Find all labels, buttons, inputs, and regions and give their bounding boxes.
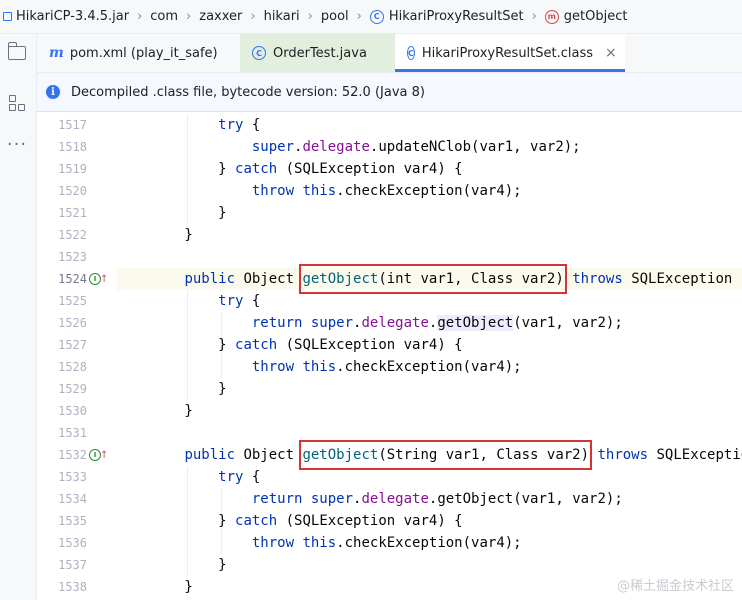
- line-number: 1527: [58, 338, 87, 352]
- breadcrumb-separator-icon: ›: [250, 9, 256, 24]
- code-line[interactable]: throw this.checkException(var4);: [117, 356, 742, 378]
- class-icon: C: [369, 9, 384, 24]
- breadcrumb-item-com[interactable]: com: [150, 9, 178, 24]
- decompiled-banner: i Decompiled .class file, bytecode versi…: [37, 73, 742, 112]
- info-icon: i: [46, 85, 60, 99]
- line-number: 1526: [58, 316, 87, 330]
- code-editor[interactable]: 1517 1518 1519 1520 1521 1522 1523 1524 I ↑ 1525 15…: [37, 112, 742, 600]
- code-line[interactable]: throw this.checkException(var4);: [117, 532, 742, 554]
- code-line[interactable]: throw this.checkException(var4);: [117, 180, 742, 202]
- maven-icon: m: [49, 45, 64, 61]
- code-line[interactable]: } catch (SQLException var4) {: [117, 158, 742, 180]
- line-number: 1534: [58, 492, 87, 506]
- line-number: 1528: [58, 360, 87, 374]
- line-number: 1530: [58, 404, 87, 418]
- implements-method-icon[interactable]: I ↑: [89, 444, 108, 466]
- close-icon[interactable]: ×: [605, 45, 617, 61]
- tab-order-test[interactable]: C OrderTest.java: [240, 34, 395, 72]
- breadcrumb-separator-icon: ›: [186, 9, 192, 24]
- breadcrumb-separator-icon: ›: [137, 9, 143, 24]
- watermark: @稀土掘金技术社区: [616, 579, 734, 594]
- breadcrumb: HikariCP-3.4.5.jar › com › zaxxer › hika…: [0, 0, 742, 34]
- line-number: 1525: [58, 294, 87, 308]
- breadcrumb-separator-icon: ›: [307, 9, 313, 24]
- breadcrumb-separator-icon: ›: [356, 9, 362, 24]
- code-line[interactable]: } catch (SQLException var4) {: [117, 334, 742, 356]
- folder-icon: [7, 42, 26, 60]
- line-number: 1537: [58, 558, 87, 572]
- breadcrumb-item-zaxxer[interactable]: zaxxer: [199, 9, 242, 24]
- line-number: 1520: [58, 184, 87, 198]
- code-line[interactable]: try {: [117, 114, 742, 136]
- breadcrumb-item-jar[interactable]: HikariCP-3.4.5.jar: [0, 9, 129, 24]
- breadcrumb-item-hikari[interactable]: hikari: [264, 9, 300, 24]
- banner-text: Decompiled .class file, bytecode version…: [71, 84, 425, 100]
- code-line[interactable]: }: [117, 202, 742, 224]
- method-icon: m: [544, 9, 559, 24]
- line-number: 1521: [58, 206, 87, 220]
- editor-tab-bar: m pom.xml (play_it_safe) C OrderTest.jav…: [37, 34, 742, 73]
- code-line[interactable]: return super.delegate.getObject(var1, va…: [117, 488, 742, 510]
- code-area[interactable]: try { super.delegate.updateNClob(var1, v…: [117, 112, 742, 600]
- code-line[interactable]: super.delegate.updateNClob(var1, var2);: [117, 136, 742, 158]
- line-number: 1523: [58, 250, 87, 264]
- line-number: 1529: [58, 382, 87, 396]
- jar-icon: [3, 12, 12, 21]
- project-tool-button[interactable]: [6, 42, 28, 64]
- line-gutter: 1517 1518 1519 1520 1521 1522 1523 1524 I ↑ 1525 15…: [37, 112, 117, 600]
- signature-highlight-box: [299, 264, 567, 294]
- signature-highlight-box: [299, 440, 593, 470]
- more-tools-button[interactable]: ···: [6, 134, 28, 156]
- line-number: 1533: [58, 470, 87, 484]
- class-icon: C: [407, 46, 415, 60]
- tab-pom-xml[interactable]: m pom.xml (play_it_safe): [37, 34, 240, 72]
- structure-icon: [9, 95, 25, 111]
- line-number: 1518: [58, 140, 87, 154]
- line-number: 1522: [58, 228, 87, 242]
- implements-method-icon[interactable]: I ↑: [89, 268, 108, 290]
- code-line[interactable]: }: [117, 554, 742, 576]
- class-icon: C: [252, 46, 266, 60]
- breadcrumb-item-method[interactable]: m getObject: [544, 9, 627, 24]
- structure-tool-button[interactable]: [6, 92, 28, 114]
- line-number: 1532: [58, 448, 87, 462]
- more-icon: ···: [6, 134, 28, 155]
- line-number: 1535: [58, 514, 87, 528]
- code-line[interactable]: }: [117, 400, 742, 422]
- line-number: 1524: [58, 272, 87, 286]
- code-line[interactable]: }: [117, 224, 742, 246]
- code-line[interactable]: }: [117, 378, 742, 400]
- breadcrumb-separator-icon: ›: [531, 9, 537, 24]
- code-line[interactable]: return super.delegate.getObject(var1, va…: [117, 312, 742, 334]
- line-number: 1519: [58, 162, 87, 176]
- line-number: 1536: [58, 536, 87, 550]
- tool-window-strip: ···: [0, 34, 37, 600]
- breadcrumb-item-class[interactable]: C HikariProxyResultSet: [369, 9, 524, 24]
- tab-hikari-proxy-result-set[interactable]: C HikariProxyResultSet.class ×: [395, 34, 625, 72]
- breadcrumb-item-pool[interactable]: pool: [321, 9, 349, 24]
- line-number: 1517: [58, 118, 87, 132]
- line-number: 1538: [58, 580, 87, 594]
- line-number: 1531: [58, 426, 87, 440]
- code-line[interactable]: } catch (SQLException var4) {: [117, 510, 742, 532]
